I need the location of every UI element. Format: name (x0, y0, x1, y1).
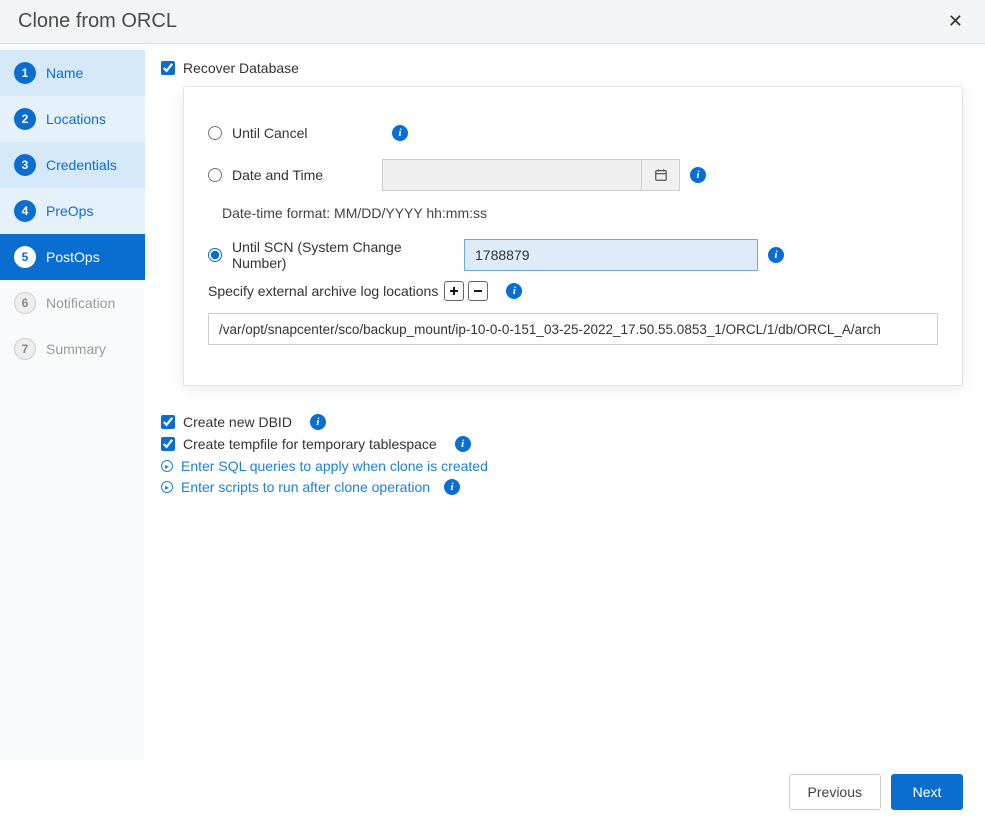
step-number: 7 (14, 338, 36, 360)
step-number: 1 (14, 62, 36, 84)
chevron-right-icon: ▸ (161, 460, 173, 472)
create-tempfile-label: Create tempfile for temporary tablespace (183, 436, 437, 452)
scn-input[interactable] (464, 239, 758, 271)
create-dbid-label: Create new DBID (183, 414, 292, 430)
recovery-panel: Until Cancel i Date and Time i Date-time… (183, 86, 963, 386)
create-dbid-row: Create new DBID i (161, 414, 963, 430)
info-icon[interactable]: i (506, 283, 522, 299)
date-time-row: Date and Time i (208, 159, 938, 191)
date-time-radio[interactable] (208, 168, 222, 182)
recover-database-row: Recover Database (161, 60, 963, 76)
info-icon[interactable]: i (392, 125, 408, 141)
modal-header: Clone from ORCL ✕ (0, 0, 985, 44)
next-button[interactable]: Next (891, 774, 963, 810)
archive-locations-label: Specify external archive log locations (208, 283, 438, 299)
sidebar-item-notification: 6 Notification (0, 280, 145, 326)
step-number: 3 (14, 154, 36, 176)
modal-footer: Previous Next (0, 762, 985, 822)
until-scn-radio[interactable] (208, 248, 222, 262)
enter-scripts-expand[interactable]: ▸ Enter scripts to run after clone opera… (161, 479, 963, 495)
sidebar-item-label: Summary (46, 341, 106, 357)
enter-sql-expand[interactable]: ▸ Enter SQL queries to apply when clone … (161, 458, 963, 474)
sidebar-item-label: Notification (46, 295, 115, 311)
sidebar-item-label: Credentials (46, 157, 117, 173)
recover-database-checkbox[interactable] (161, 61, 175, 75)
step-number: 5 (14, 246, 36, 268)
until-cancel-row: Until Cancel i (208, 117, 938, 149)
close-icon[interactable]: ✕ (944, 11, 967, 32)
modal-title: Clone from ORCL (18, 10, 177, 33)
sidebar-item-label: PreOps (46, 203, 93, 219)
step-number: 4 (14, 200, 36, 222)
enter-scripts-label: Enter scripts to run after clone operati… (181, 479, 430, 495)
sidebar-item-credentials[interactable]: 3 Credentials (0, 142, 145, 188)
create-dbid-checkbox[interactable] (161, 415, 175, 429)
sidebar-item-locations[interactable]: 2 Locations (0, 96, 145, 142)
until-cancel-radio[interactable] (208, 126, 222, 140)
info-icon[interactable]: i (768, 247, 784, 263)
clone-wizard-modal: Clone from ORCL ✕ 1 Name 2 Locations 3 C… (0, 0, 985, 822)
calendar-icon[interactable] (642, 159, 680, 191)
create-tempfile-row: Create tempfile for temporary tablespace… (161, 436, 963, 452)
sidebar-item-name[interactable]: 1 Name (0, 50, 145, 96)
enter-sql-label: Enter SQL queries to apply when clone is… (181, 458, 488, 474)
date-time-format-help: Date-time format: MM/DD/YYYY hh:mm:ss (222, 201, 938, 229)
until-scn-row: Until SCN (System Change Number) i (208, 239, 938, 271)
modal-body: 1 Name 2 Locations 3 Credentials 4 PreOp… (0, 44, 985, 760)
recover-database-label: Recover Database (183, 60, 299, 76)
create-tempfile-checkbox[interactable] (161, 437, 175, 451)
until-cancel-label: Until Cancel (232, 125, 382, 141)
date-time-input[interactable] (382, 159, 642, 191)
sidebar-item-label: Name (46, 65, 83, 81)
step-number: 2 (14, 108, 36, 130)
remove-location-icon[interactable] (468, 281, 488, 301)
sidebar-item-postops[interactable]: 5 PostOps (0, 234, 145, 280)
sidebar-item-preops[interactable]: 4 PreOps (0, 188, 145, 234)
wizard-content: Recover Database Until Cancel i Date and… (145, 44, 985, 760)
sidebar-item-summary: 7 Summary (0, 326, 145, 372)
archive-path-input[interactable] (208, 313, 938, 345)
info-icon[interactable]: i (444, 479, 460, 495)
wizard-sidebar: 1 Name 2 Locations 3 Credentials 4 PreOp… (0, 44, 145, 760)
sidebar-item-label: PostOps (46, 249, 100, 265)
info-icon[interactable]: i (310, 414, 326, 430)
date-time-label: Date and Time (232, 167, 382, 183)
chevron-right-icon: ▸ (161, 481, 173, 493)
info-icon[interactable]: i (690, 167, 706, 183)
archive-locations-row: Specify external archive log locations i (208, 281, 938, 301)
sidebar-item-label: Locations (46, 111, 106, 127)
info-icon[interactable]: i (455, 436, 471, 452)
previous-button[interactable]: Previous (789, 774, 881, 810)
add-location-icon[interactable] (444, 281, 464, 301)
step-number: 6 (14, 292, 36, 314)
until-scn-label: Until SCN (System Change Number) (232, 239, 452, 271)
